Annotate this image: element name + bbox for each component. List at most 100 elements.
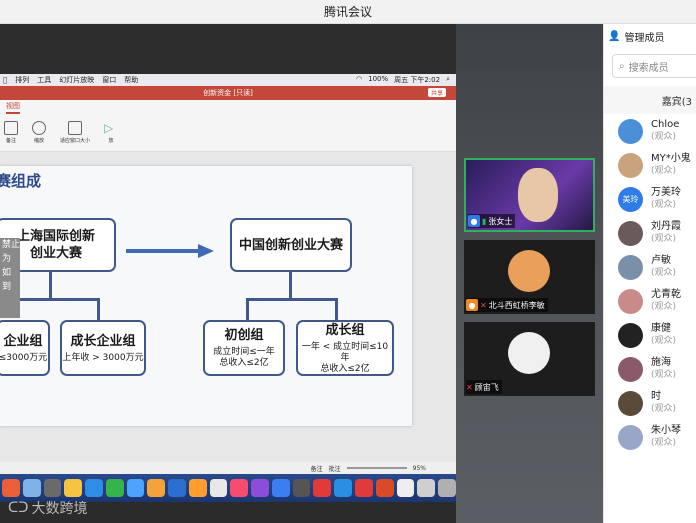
dock-app-icon[interactable]: [64, 479, 83, 497]
member-search-input[interactable]: ⌕ 搜索成员: [612, 54, 696, 78]
apple-icon[interactable]: : [3, 76, 7, 84]
video-name: 顾宙飞: [474, 382, 499, 392]
member-item[interactable]: 朱小琴 (观众): [604, 420, 696, 454]
status-zoom: 95%: [412, 464, 426, 472]
ppt-doc-title: 创新资金 [只读]: [203, 89, 253, 97]
box-startup-group: 初创组 成立时间≤一年 总收入≤2亿: [203, 320, 285, 376]
avatar: [618, 322, 643, 348]
video-column: ● ▮ 张女士 ● ✕ 北斗西虹桥李敏 ✕ 顾宙飞: [456, 24, 603, 523]
member-name: 朱小琴: [651, 425, 681, 436]
ribbon-play-button[interactable]: ▷ 放: [104, 121, 118, 144]
zoom-slider[interactable]: [346, 467, 407, 469]
search-placeholder: 搜索成员: [628, 62, 669, 74]
tab-view[interactable]: 视图: [6, 101, 20, 114]
dock-app-icon[interactable]: [43, 479, 62, 497]
status-comments[interactable]: 批注: [329, 464, 341, 473]
member-item[interactable]: 尤青乾 (观众): [604, 284, 696, 318]
window-titlebar: 腾讯会议: [0, 0, 696, 24]
member-item[interactable]: 刘丹霞 (观众): [604, 216, 696, 250]
menu-slideshow[interactable]: 幻灯片放映: [59, 75, 94, 85]
menu-tools[interactable]: 工具: [37, 75, 51, 85]
grey-overlay-panel: 禁止 为 如 到: [0, 238, 20, 318]
box-startup-title: 初创组: [224, 328, 264, 343]
connector: [246, 298, 249, 320]
dock-app-icon[interactable]: [334, 479, 353, 497]
wifi-icon[interactable]: ◠: [356, 75, 362, 85]
section-guests[interactable]: 嘉宾(3: [604, 86, 696, 114]
member-name: MY*小鬼: [651, 153, 691, 164]
member-name: 尤青乾: [651, 289, 681, 300]
ribbon-fit-button[interactable]: 适应窗口大小: [60, 121, 90, 144]
overlay-text: 禁止: [2, 240, 21, 250]
box-enterprise-group: 企业组 ≤3000万元: [0, 320, 50, 376]
menu-arrange[interactable]: 排列: [15, 75, 29, 85]
search-icon[interactable]: ⌕: [446, 75, 450, 85]
arrow-right-icon: [126, 244, 214, 258]
dock-app-icon[interactable]: [271, 479, 290, 497]
box-growth-enterprise-group: 成长企业组 上年收 > 3000万元: [60, 320, 146, 376]
member-item[interactable]: 康健 (观众): [604, 318, 696, 352]
overlay-text: 为: [2, 254, 12, 264]
ribbon-zoom-button[interactable]: 缩放: [32, 121, 46, 144]
member-name: 刘丹霞: [651, 221, 681, 232]
video-tile[interactable]: ● ▮ 张女士: [464, 158, 595, 232]
member-item[interactable]: Chloe (观众): [604, 114, 696, 148]
menu-help[interactable]: 帮助: [124, 75, 138, 85]
member-list: Chloe (观众) MY*小鬼 (观众) 美玲 万美玲 (观众) 刘丹霞 (观众…: [604, 114, 696, 454]
ppt-canvas: 赛组成 上海国际创新 创业大赛 中国创新创业大赛 企业组 ≤3000万元 成长企…: [0, 152, 456, 462]
ribbon-play-label: 放: [108, 138, 114, 144]
member-name: 时: [651, 391, 661, 402]
member-item[interactable]: 卢敏 (观众): [604, 250, 696, 284]
connector: [335, 298, 338, 320]
dock-app-icon[interactable]: [396, 479, 415, 497]
watermark-logo-icon: ᑕᑐ: [8, 500, 29, 516]
dock-app-icon[interactable]: [375, 479, 394, 497]
member-role: (观众): [651, 166, 677, 176]
avatar: [618, 390, 643, 416]
member-item[interactable]: MY*小鬼 (观众): [604, 148, 696, 182]
dock-app-icon[interactable]: [126, 479, 145, 497]
mic-muted-icon: ✕: [466, 382, 473, 392]
user-icon: ●: [468, 215, 480, 227]
mac-menubar:  排列 工具 幻灯片放映 窗口 帮助 ◠ 100% 周五 下午2:02 ⌕: [0, 74, 456, 86]
ribbon-notes-button[interactable]: 备注: [4, 121, 18, 144]
participant-video: [518, 168, 558, 222]
dock-app-icon[interactable]: [147, 479, 166, 497]
video-name: 张女士: [488, 216, 513, 226]
video-tile[interactable]: ● ✕ 北斗西虹桥李敏: [464, 240, 595, 314]
dock-app-icon[interactable]: [105, 479, 124, 497]
avatar: [618, 220, 643, 246]
dock-app-icon[interactable]: [22, 479, 41, 497]
video-tile[interactable]: ✕ 顾宙飞: [464, 322, 595, 396]
dock-app-icon[interactable]: [417, 479, 436, 497]
status-notes[interactable]: 备注: [311, 464, 323, 473]
menu-window[interactable]: 窗口: [102, 75, 116, 85]
connector: [289, 272, 292, 300]
member-name: 万美玲: [651, 187, 681, 198]
dock-app-icon[interactable]: [355, 479, 373, 497]
dock-app-icon[interactable]: [292, 479, 311, 497]
dock-app-icon[interactable]: [251, 479, 269, 497]
members-panel: 👤 管理成员 ⌕ 搜索成员 嘉宾(3 Chloe (观众) MY*小鬼 (观众)…: [603, 24, 696, 523]
video-label: ● ▮ 张女士: [468, 214, 516, 228]
dock-app-icon[interactable]: [85, 479, 103, 497]
dock-app-icon[interactable]: [230, 479, 249, 497]
trash-icon[interactable]: [438, 479, 456, 497]
dock-app-icon[interactable]: [188, 479, 207, 497]
slide-title: 赛组成: [0, 172, 42, 190]
box-enterprise-title: 企业组: [3, 333, 43, 349]
dock-app-icon[interactable]: [2, 479, 20, 497]
member-item[interactable]: 美玲 万美玲 (观众): [604, 182, 696, 216]
person-icon: 👤: [608, 30, 621, 42]
dock-app-icon[interactable]: [209, 479, 228, 497]
member-item[interactable]: 施海 (观众): [604, 352, 696, 386]
ribbon-fit-label: 适应窗口大小: [60, 138, 91, 144]
member-role: (观众): [651, 370, 677, 380]
member-role: (观众): [651, 200, 677, 210]
ppt-share-button[interactable]: 共享: [427, 88, 446, 97]
dock-app-icon[interactable]: [168, 479, 186, 497]
section-guests-label: 嘉宾(3: [661, 96, 692, 108]
connector: [97, 298, 100, 320]
dock-app-icon[interactable]: [313, 479, 332, 497]
member-item[interactable]: 时 (观众): [604, 386, 696, 420]
